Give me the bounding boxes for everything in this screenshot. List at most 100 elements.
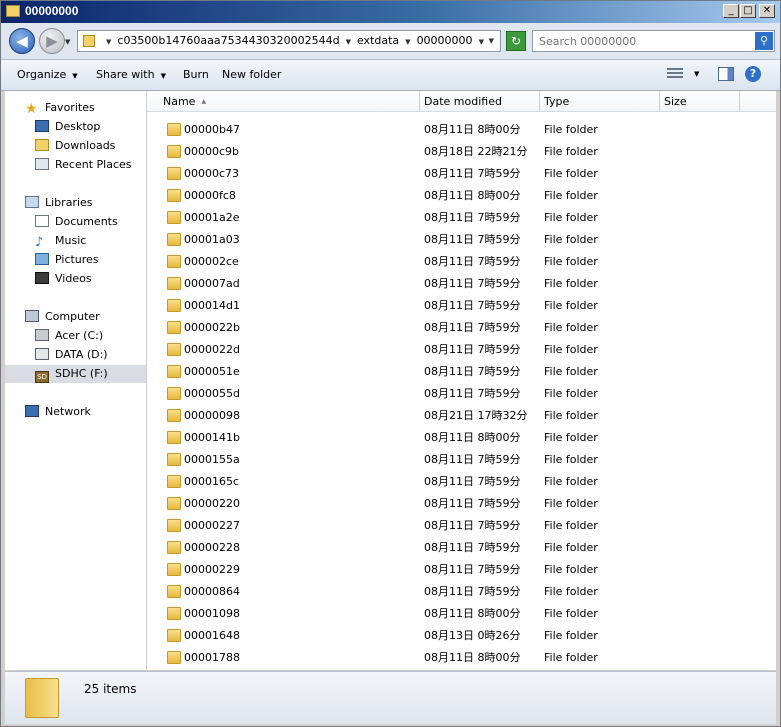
table-row[interactable]: 00000c73 08月11日 7時59分 File folder xyxy=(147,163,776,185)
forward-button[interactable]: ▶ xyxy=(39,28,65,54)
breadcrumb-chevron-icon[interactable]: ▼ xyxy=(346,38,351,46)
search-input[interactable] xyxy=(533,31,751,51)
close-button[interactable]: ✕ xyxy=(759,4,775,18)
file-date-modified: 08月11日 7時59分 xyxy=(424,299,521,312)
file-type: File folder xyxy=(544,607,598,620)
breadcrumb-item[interactable]: c03500b14760aaa7534430320002544d xyxy=(117,34,339,47)
new-folder-button[interactable]: New folder xyxy=(222,68,281,81)
table-row[interactable]: 00001648 08月13日 0時26分 File folder xyxy=(147,625,776,647)
breadcrumb-chevron-icon[interactable]: ▼ xyxy=(479,38,484,46)
folder-icon xyxy=(167,409,181,422)
nav-recent-places[interactable]: Recent Places xyxy=(35,156,132,174)
table-row[interactable]: 00000227 08月11日 7時59分 File folder xyxy=(147,515,776,537)
preview-pane-icon[interactable] xyxy=(718,67,734,81)
nav-recent-places-label: Recent Places xyxy=(55,158,132,171)
recent-pages-dropdown[interactable]: ▼ xyxy=(65,38,70,46)
refresh-button[interactable]: ↻ xyxy=(506,31,526,51)
command-bar: Organize ▼ Share with ▼ Burn New folder ▼ … xyxy=(1,60,780,91)
table-row[interactable]: 0000141b 08月11日 8時00分 File folder xyxy=(147,427,776,449)
table-row[interactable]: 0000022d 08月11日 7時59分 File folder xyxy=(147,339,776,361)
file-date-modified: 08月11日 7時59分 xyxy=(424,321,521,334)
table-row[interactable]: 0000055d 08月11日 7時59分 File folder xyxy=(147,383,776,405)
table-row[interactable]: 00001a2e 08月11日 7時59分 File folder xyxy=(147,207,776,229)
table-row[interactable]: 0000022b 08月11日 7時59分 File folder xyxy=(147,317,776,339)
file-date-modified: 08月11日 7時59分 xyxy=(424,167,521,180)
view-options-dropdown[interactable]: ▼ xyxy=(694,70,699,78)
table-row[interactable]: 00000b47 08月11日 8時00分 File folder xyxy=(147,119,776,141)
back-button[interactable]: ◀ xyxy=(9,28,35,54)
nav-favorites[interactable]: ★ Favorites xyxy=(25,99,95,117)
nav-libraries[interactable]: Libraries xyxy=(25,194,93,212)
table-row[interactable]: 00001788 08月11日 8時00分 File folder xyxy=(147,647,776,669)
title-bar[interactable]: 00000000 _ □ ✕ xyxy=(1,1,780,23)
nav-drive-c[interactable]: Acer (C:) xyxy=(35,327,103,345)
breadcrumb-item[interactable]: 00000000 xyxy=(417,34,473,47)
table-row[interactable]: 0000165c 08月11日 7時59分 File folder xyxy=(147,471,776,493)
file-date-modified: 08月11日 8時00分 xyxy=(424,607,521,620)
nav-music[interactable]: ♪ Music xyxy=(35,232,86,250)
table-row[interactable]: 000002ce 08月11日 7時59分 File folder xyxy=(147,251,776,273)
burn-button[interactable]: Burn xyxy=(183,68,209,81)
nav-network[interactable]: Network xyxy=(25,403,91,421)
forward-arrow-icon: ▶ xyxy=(46,32,58,50)
nav-videos[interactable]: Videos xyxy=(35,270,92,288)
file-name: 00000228 xyxy=(184,541,240,554)
table-row[interactable]: 00000c9b 08月18日 22時21分 File folder xyxy=(147,141,776,163)
breadcrumb-chevron-icon[interactable]: ▼ xyxy=(405,38,410,46)
change-view-icon[interactable] xyxy=(667,68,683,80)
desktop-icon xyxy=(35,120,49,132)
nav-computer[interactable]: Computer xyxy=(25,308,100,326)
column-header-date-modified[interactable]: Date modified xyxy=(420,91,540,112)
file-type: File folder xyxy=(544,651,598,664)
nav-desktop[interactable]: Desktop xyxy=(35,118,100,136)
column-header-name[interactable]: Name ▲ xyxy=(147,91,420,112)
search-box[interactable]: ⚲ xyxy=(532,30,775,52)
column-header-size[interactable]: Size xyxy=(660,91,740,112)
table-row[interactable]: 00000220 08月11日 7時59分 File folder xyxy=(147,493,776,515)
organize-button[interactable]: Organize ▼ xyxy=(17,68,78,81)
videos-icon xyxy=(35,272,49,284)
address-bar[interactable]: ▼ c03500b14760aaa7534430320002544d ▼ extdat… xyxy=(77,30,501,52)
pictures-icon xyxy=(35,253,49,265)
share-with-button[interactable]: Share with ▼ xyxy=(96,68,166,81)
nav-documents[interactable]: Documents xyxy=(35,213,118,231)
file-type: File folder xyxy=(544,343,598,356)
breadcrumb-chevron-icon[interactable]: ▼ xyxy=(106,38,111,46)
nav-drive-d[interactable]: DATA (D:) xyxy=(35,346,108,364)
breadcrumb-item[interactable]: extdata xyxy=(357,34,399,47)
table-row[interactable]: 000014d1 08月11日 7時59分 File folder xyxy=(147,295,776,317)
nav-downloads[interactable]: Downloads xyxy=(35,137,115,155)
nav-drive-f[interactable]: SD SDHC (F:) xyxy=(5,365,146,383)
table-row[interactable]: 0000051e 08月11日 7時59分 File folder xyxy=(147,361,776,383)
address-bar-area: ◀ ▶ ▼ ▼ c03500b14760aaa7534430320002544d ▼… xyxy=(1,23,780,60)
file-name: 00000227 xyxy=(184,519,240,532)
help-icon[interactable]: ? xyxy=(745,66,761,82)
column-header-filler xyxy=(740,91,776,112)
table-row[interactable]: 0000155a 08月11日 7時59分 File folder xyxy=(147,449,776,471)
table-row[interactable]: 00001098 08月11日 8時00分 File folder xyxy=(147,603,776,625)
column-header-type[interactable]: Type xyxy=(540,91,660,112)
folder-icon xyxy=(167,475,181,488)
search-icon[interactable]: ⚲ xyxy=(755,32,773,50)
table-row[interactable]: 00000864 08月11日 7時59分 File folder xyxy=(147,581,776,603)
table-row[interactable]: 00000fc8 08月11日 8時00分 File folder xyxy=(147,185,776,207)
maximize-button[interactable]: □ xyxy=(740,4,756,18)
nav-favorites-label: Favorites xyxy=(45,101,95,114)
table-row[interactable]: 00000098 08月21日 17時32分 File folder xyxy=(147,405,776,427)
table-row[interactable]: 00000229 08月11日 7時59分 File folder xyxy=(147,559,776,581)
nav-drive-c-label: Acer (C:) xyxy=(55,329,104,342)
file-type: File folder xyxy=(544,255,598,268)
nav-drive-f-label: SDHC (F:) xyxy=(55,367,108,380)
file-type: File folder xyxy=(544,563,598,576)
table-row[interactable]: 000007ad 08月11日 7時59分 File folder xyxy=(147,273,776,295)
folder-icon xyxy=(167,233,181,246)
navigation-pane: ★ Favorites Desktop Downloads Recent Plac… xyxy=(5,91,147,670)
nav-computer-label: Computer xyxy=(45,310,100,323)
table-row[interactable]: 00000228 08月11日 7時59分 File folder xyxy=(147,537,776,559)
nav-pictures[interactable]: Pictures xyxy=(35,251,99,269)
minimize-button[interactable]: _ xyxy=(723,4,739,18)
table-row[interactable]: 00001a03 08月11日 7時59分 File folder xyxy=(147,229,776,251)
file-name: 00000220 xyxy=(184,497,240,510)
file-name: 00001788 xyxy=(184,651,240,664)
address-history-dropdown[interactable]: ▼ xyxy=(489,37,494,45)
